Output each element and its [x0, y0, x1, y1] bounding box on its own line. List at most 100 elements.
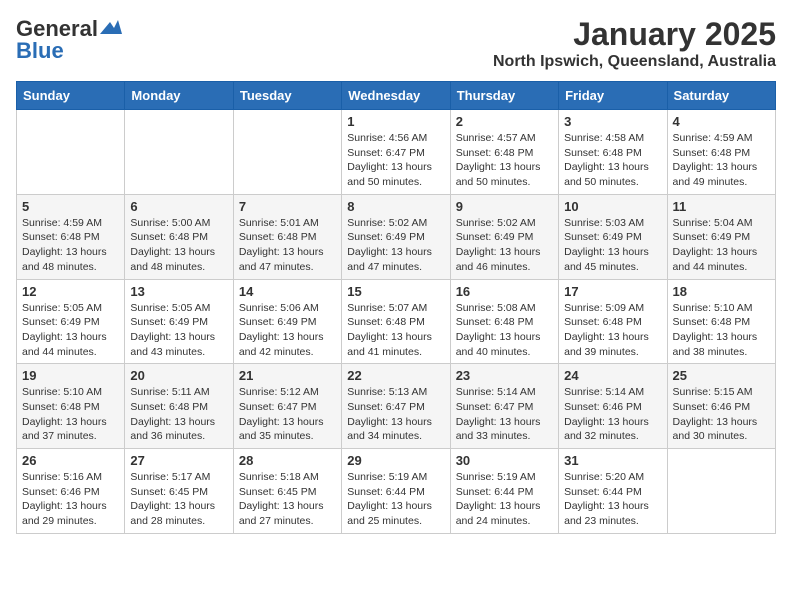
cell-sun-info: Sunrise: 5:08 AM Sunset: 6:48 PM Dayligh…	[456, 301, 553, 360]
calendar-cell: 27 Sunrise: 5:17 AM Sunset: 6:45 PM Dayli…	[125, 449, 233, 534]
calendar-cell: 13 Sunrise: 5:05 AM Sunset: 6:49 PM Dayli…	[125, 279, 233, 364]
cell-sun-info: Sunrise: 4:59 AM Sunset: 6:48 PM Dayligh…	[673, 131, 770, 190]
cell-sun-info: Sunrise: 5:02 AM Sunset: 6:49 PM Dayligh…	[456, 216, 553, 275]
cell-sun-info: Sunrise: 5:10 AM Sunset: 6:48 PM Dayligh…	[673, 301, 770, 360]
cell-date-number: 16	[456, 284, 553, 299]
calendar-week-row: 19 Sunrise: 5:10 AM Sunset: 6:48 PM Dayli…	[17, 364, 776, 449]
cell-date-number: 13	[130, 284, 227, 299]
calendar-cell: 19 Sunrise: 5:10 AM Sunset: 6:48 PM Dayli…	[17, 364, 125, 449]
calendar-cell: 9 Sunrise: 5:02 AM Sunset: 6:49 PM Daylig…	[450, 194, 558, 279]
cell-sun-info: Sunrise: 4:58 AM Sunset: 6:48 PM Dayligh…	[564, 131, 661, 190]
calendar-week-row: 12 Sunrise: 5:05 AM Sunset: 6:49 PM Dayli…	[17, 279, 776, 364]
calendar-cell: 21 Sunrise: 5:12 AM Sunset: 6:47 PM Dayli…	[233, 364, 341, 449]
calendar-cell: 22 Sunrise: 5:13 AM Sunset: 6:47 PM Dayli…	[342, 364, 450, 449]
cell-sun-info: Sunrise: 5:16 AM Sunset: 6:46 PM Dayligh…	[22, 470, 119, 529]
calendar-cell: 17 Sunrise: 5:09 AM Sunset: 6:48 PM Dayli…	[559, 279, 667, 364]
cell-date-number: 3	[564, 114, 661, 129]
logo: General Blue	[16, 16, 122, 64]
cell-sun-info: Sunrise: 4:57 AM Sunset: 6:48 PM Dayligh…	[456, 131, 553, 190]
weekday-header: Sunday	[17, 82, 125, 110]
calendar-cell: 26 Sunrise: 5:16 AM Sunset: 6:46 PM Dayli…	[17, 449, 125, 534]
cell-date-number: 20	[130, 368, 227, 383]
cell-date-number: 15	[347, 284, 444, 299]
cell-sun-info: Sunrise: 5:20 AM Sunset: 6:44 PM Dayligh…	[564, 470, 661, 529]
calendar-cell: 10 Sunrise: 5:03 AM Sunset: 6:49 PM Dayli…	[559, 194, 667, 279]
page-header: General Blue January 2025 North Ipswich,…	[16, 16, 776, 71]
calendar-cell: 20Sunrise: 5:11 AM Sunset: 6:48 PM Dayli…	[125, 364, 233, 449]
calendar-cell: 8Sunrise: 5:02 AM Sunset: 6:49 PM Daylig…	[342, 194, 450, 279]
cell-date-number: 30	[456, 453, 553, 468]
cell-date-number: 2	[456, 114, 553, 129]
calendar-cell	[125, 110, 233, 195]
cell-sun-info: Sunrise: 5:03 AM Sunset: 6:49 PM Dayligh…	[564, 216, 661, 275]
title-block: January 2025 North Ipswich, Queensland, …	[493, 16, 776, 71]
cell-date-number: 22	[347, 368, 444, 383]
calendar-cell	[667, 449, 775, 534]
cell-date-number: 18	[673, 284, 770, 299]
cell-sun-info: Sunrise: 5:09 AM Sunset: 6:48 PM Dayligh…	[564, 301, 661, 360]
cell-date-number: 1	[347, 114, 444, 129]
weekday-header: Friday	[559, 82, 667, 110]
weekday-header-row: SundayMondayTuesdayWednesdayThursdayFrid…	[17, 82, 776, 110]
calendar-cell: 2 Sunrise: 4:57 AM Sunset: 6:48 PM Daylig…	[450, 110, 558, 195]
cell-date-number: 27	[130, 453, 227, 468]
cell-date-number: 5	[22, 199, 119, 214]
calendar-table: SundayMondayTuesdayWednesdayThursdayFrid…	[16, 81, 776, 534]
cell-date-number: 10	[564, 199, 661, 214]
cell-sun-info: Sunrise: 5:06 AM Sunset: 6:49 PM Dayligh…	[239, 301, 336, 360]
cell-sun-info: Sunrise: 5:14 AM Sunset: 6:46 PM Dayligh…	[564, 385, 661, 444]
weekday-header: Tuesday	[233, 82, 341, 110]
cell-date-number: 7	[239, 199, 336, 214]
cell-sun-info: Sunrise: 5:18 AM Sunset: 6:45 PM Dayligh…	[239, 470, 336, 529]
weekday-header: Saturday	[667, 82, 775, 110]
cell-date-number: 23	[456, 368, 553, 383]
calendar-cell: 7 Sunrise: 5:01 AM Sunset: 6:48 PM Daylig…	[233, 194, 341, 279]
cell-sun-info: Sunrise: 5:19 AM Sunset: 6:44 PM Dayligh…	[347, 470, 444, 529]
cell-date-number: 12	[22, 284, 119, 299]
logo-bird-icon	[100, 20, 122, 36]
cell-date-number: 29	[347, 453, 444, 468]
cell-sun-info: Sunrise: 4:56 AM Sunset: 6:47 PM Dayligh…	[347, 131, 444, 190]
cell-sun-info: Sunrise: 5:19 AM Sunset: 6:44 PM Dayligh…	[456, 470, 553, 529]
cell-sun-info: Sunrise: 5:12 AM Sunset: 6:47 PM Dayligh…	[239, 385, 336, 444]
calendar-cell: 23Sunrise: 5:14 AM Sunset: 6:47 PM Dayli…	[450, 364, 558, 449]
cell-date-number: 24	[564, 368, 661, 383]
calendar-cell: 30 Sunrise: 5:19 AM Sunset: 6:44 PM Dayli…	[450, 449, 558, 534]
calendar-cell: 24 Sunrise: 5:14 AM Sunset: 6:46 PM Dayli…	[559, 364, 667, 449]
cell-sun-info: Sunrise: 5:05 AM Sunset: 6:49 PM Dayligh…	[130, 301, 227, 360]
cell-sun-info: Sunrise: 5:00 AM Sunset: 6:48 PM Dayligh…	[130, 216, 227, 275]
cell-date-number: 21	[239, 368, 336, 383]
cell-date-number: 9	[456, 199, 553, 214]
weekday-header: Monday	[125, 82, 233, 110]
weekday-header: Wednesday	[342, 82, 450, 110]
cell-sun-info: Sunrise: 5:07 AM Sunset: 6:48 PM Dayligh…	[347, 301, 444, 360]
cell-sun-info: Sunrise: 5:13 AM Sunset: 6:47 PM Dayligh…	[347, 385, 444, 444]
calendar-cell: 29 Sunrise: 5:19 AM Sunset: 6:44 PM Dayli…	[342, 449, 450, 534]
calendar-cell: 15 Sunrise: 5:07 AM Sunset: 6:48 PM Dayli…	[342, 279, 450, 364]
cell-date-number: 14	[239, 284, 336, 299]
location-subtitle: North Ipswich, Queensland, Australia	[493, 53, 776, 71]
cell-sun-info: Sunrise: 5:02 AM Sunset: 6:49 PM Dayligh…	[347, 216, 444, 275]
calendar-cell: 16 Sunrise: 5:08 AM Sunset: 6:48 PM Dayli…	[450, 279, 558, 364]
cell-date-number: 28	[239, 453, 336, 468]
calendar-week-row: 1 Sunrise: 4:56 AM Sunset: 6:47 PM Daylig…	[17, 110, 776, 195]
calendar-cell: 12Sunrise: 5:05 AM Sunset: 6:49 PM Dayli…	[17, 279, 125, 364]
calendar-cell: 11Sunrise: 5:04 AM Sunset: 6:49 PM Dayli…	[667, 194, 775, 279]
cell-date-number: 26	[22, 453, 119, 468]
cell-date-number: 17	[564, 284, 661, 299]
calendar-cell: 14 Sunrise: 5:06 AM Sunset: 6:49 PM Dayli…	[233, 279, 341, 364]
calendar-week-row: 5Sunrise: 4:59 AM Sunset: 6:48 PM Daylig…	[17, 194, 776, 279]
cell-sun-info: Sunrise: 5:10 AM Sunset: 6:48 PM Dayligh…	[22, 385, 119, 444]
cell-sun-info: Sunrise: 5:15 AM Sunset: 6:46 PM Dayligh…	[673, 385, 770, 444]
calendar-cell: 18 Sunrise: 5:10 AM Sunset: 6:48 PM Dayli…	[667, 279, 775, 364]
cell-date-number: 25	[673, 368, 770, 383]
cell-sun-info: Sunrise: 5:17 AM Sunset: 6:45 PM Dayligh…	[130, 470, 227, 529]
cell-date-number: 31	[564, 453, 661, 468]
calendar-cell: 4Sunrise: 4:59 AM Sunset: 6:48 PM Daylig…	[667, 110, 775, 195]
cell-date-number: 19	[22, 368, 119, 383]
cell-sun-info: Sunrise: 5:01 AM Sunset: 6:48 PM Dayligh…	[239, 216, 336, 275]
calendar-cell: 31 Sunrise: 5:20 AM Sunset: 6:44 PM Dayli…	[559, 449, 667, 534]
calendar-cell: 28 Sunrise: 5:18 AM Sunset: 6:45 PM Dayli…	[233, 449, 341, 534]
logo-blue: Blue	[16, 38, 64, 64]
calendar-cell: 6Sunrise: 5:00 AM Sunset: 6:48 PM Daylig…	[125, 194, 233, 279]
